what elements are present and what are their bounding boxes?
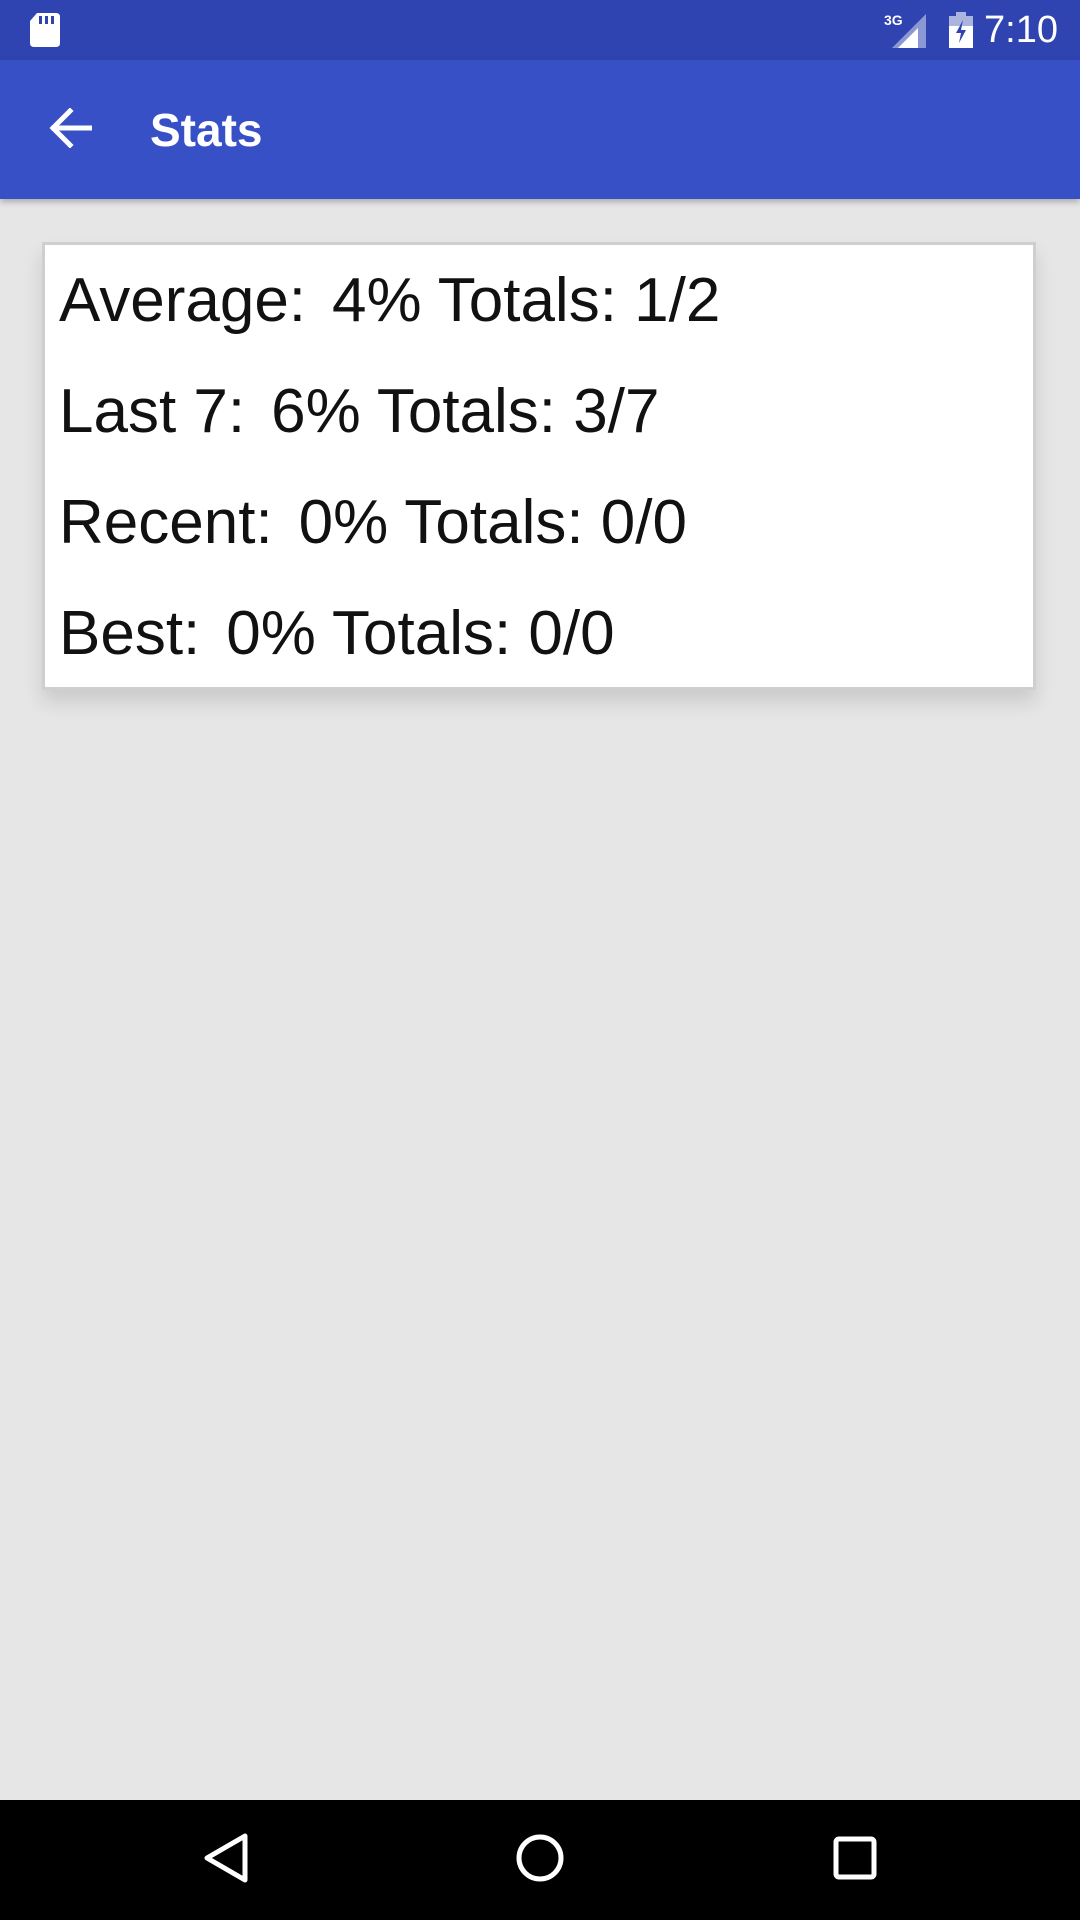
stat-row-recent: Recent: 0% Totals: 0/0 — [59, 487, 687, 559]
stats-card: Average: 4% Totals: 1/2 Last 7: 6% Totals:… — [42, 242, 1036, 690]
battery-icon — [948, 12, 974, 48]
nav-home-button[interactable] — [500, 1820, 580, 1900]
back-button[interactable] — [30, 94, 110, 166]
stat-label: Average: — [59, 266, 307, 335]
nav-back-icon — [201, 1831, 251, 1890]
stat-row-last-7: Last 7: 6% Totals: 3/7 — [59, 376, 659, 448]
stat-label: Last 7: — [59, 377, 246, 446]
app-bar: Stats — [0, 60, 1080, 199]
stat-value: 4% Totals: 1/2 — [332, 266, 721, 335]
stat-label: Recent: — [59, 488, 273, 557]
nav-recents-button[interactable] — [815, 1820, 895, 1900]
nav-recents-icon — [832, 1835, 878, 1886]
stat-row-average: Average: 4% Totals: 1/2 — [59, 265, 720, 337]
sd-card-icon — [30, 13, 60, 47]
nav-home-icon — [515, 1833, 565, 1888]
page-title: Stats — [150, 104, 263, 156]
stat-value: 0% Totals: 0/0 — [298, 488, 687, 557]
status-clock: 7:10 — [984, 9, 1058, 51]
network-type-label: 3G — [884, 12, 903, 28]
signal-icon: 3G — [884, 12, 928, 48]
stat-row-best: Best: 0% Totals: 0/0 — [59, 598, 615, 670]
navigation-bar — [0, 1800, 1080, 1920]
stat-value: 6% Totals: 3/7 — [271, 377, 660, 446]
stat-label: Best: — [59, 599, 201, 668]
nav-back-button[interactable] — [186, 1820, 266, 1900]
stat-value: 0% Totals: 0/0 — [226, 599, 615, 668]
arrow-back-icon — [48, 106, 93, 153]
status-bar: 3G 7:10 — [0, 0, 1080, 60]
